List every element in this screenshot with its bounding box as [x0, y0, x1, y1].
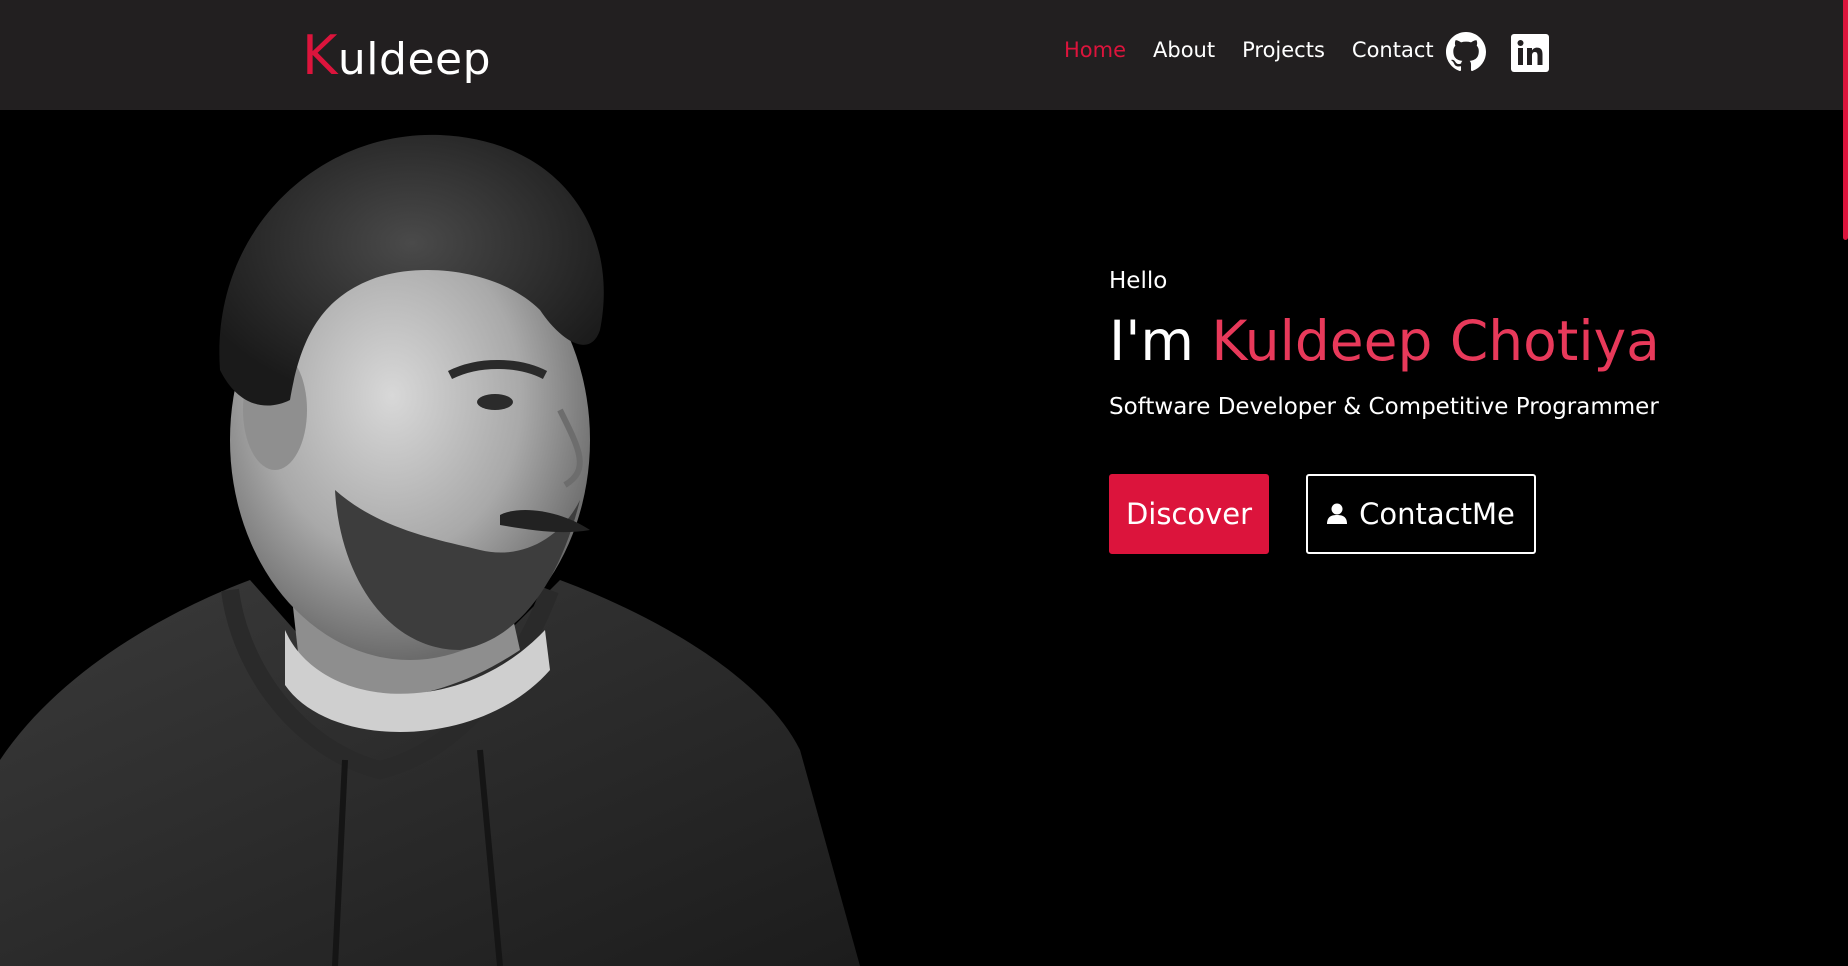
- home-page: Kuldeep Home About Projects Contact Hell…: [0, 0, 1848, 966]
- user-icon: [1327, 503, 1348, 525]
- nav-link-home[interactable]: Home: [1064, 36, 1126, 64]
- headline-intro: I'm: [1109, 309, 1194, 373]
- discover-button[interactable]: Discover: [1109, 474, 1269, 554]
- nav-link-contact[interactable]: Contact: [1352, 36, 1434, 64]
- github-icon[interactable]: [1446, 32, 1486, 72]
- contact-me-button-label: ContactMe: [1359, 497, 1515, 531]
- nav-link-projects[interactable]: Projects: [1242, 36, 1325, 64]
- scrollbar-thumb[interactable]: [1843, 0, 1848, 240]
- top-navbar: Kuldeep Home About Projects Contact: [0, 0, 1848, 110]
- contact-me-button[interactable]: ContactMe: [1306, 474, 1536, 554]
- profile-portrait: [0, 110, 880, 966]
- hero-section: Hello I'm Kuldeep Chotiya Software Devel…: [1109, 264, 1809, 554]
- linkedin-icon[interactable]: [1511, 34, 1549, 72]
- scrollbar[interactable]: [1843, 0, 1848, 966]
- logo-initial: K: [302, 24, 338, 87]
- nav-link-about[interactable]: About: [1153, 36, 1215, 64]
- headline-name: Kuldeep Chotiya: [1211, 309, 1660, 373]
- discover-button-label: Discover: [1125, 497, 1253, 531]
- headline: I'm Kuldeep Chotiya: [1109, 306, 1809, 376]
- hero-buttons: Discover ContactMe: [1109, 474, 1809, 554]
- logo[interactable]: Kuldeep: [302, 26, 491, 90]
- subtitle-text: Software Developer & Competitive Program…: [1109, 394, 1659, 420]
- greeting-text: Hello: [1109, 268, 1168, 294]
- nav-links: Home About Projects Contact: [1064, 36, 1461, 64]
- logo-text: uldeep: [337, 34, 492, 85]
